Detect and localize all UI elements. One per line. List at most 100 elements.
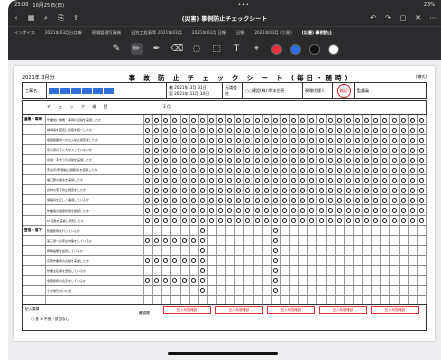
check-mark-circle[interactable]: [227, 167, 233, 173]
check-mark-circle[interactable]: [272, 127, 278, 133]
check-mark-circle[interactable]: [282, 157, 287, 163]
check-mark-circle[interactable]: [364, 127, 370, 133]
check-mark-circle[interactable]: [309, 167, 315, 173]
check-mark-circle[interactable]: [190, 197, 196, 203]
check-mark-circle[interactable]: [272, 208, 278, 214]
check-mark-circle[interactable]: [145, 147, 151, 153]
check-mark-circle[interactable]: [272, 187, 278, 193]
check-mark-circle[interactable]: [218, 187, 224, 193]
check-mark-circle[interactable]: [190, 238, 196, 244]
check-mark-circle[interactable]: [336, 177, 342, 183]
check-mark-circle[interactable]: [163, 197, 169, 203]
check-mark-circle[interactable]: [218, 117, 224, 123]
check-mark-circle[interactable]: [382, 157, 388, 163]
check-mark-circle[interactable]: [300, 208, 306, 214]
check-mark-circle[interactable]: [382, 187, 388, 193]
check-mark-circle[interactable]: [199, 238, 205, 244]
check-mark-circle[interactable]: [291, 167, 297, 173]
check-mark-circle[interactable]: [409, 177, 415, 183]
check-mark-circle[interactable]: [163, 177, 169, 183]
check-mark-circle[interactable]: [400, 157, 406, 163]
document-title[interactable]: (災害) 事例防止チェックシート: [112, 14, 337, 23]
check-mark-circle[interactable]: [172, 218, 178, 224]
check-mark-circle[interactable]: [318, 147, 324, 153]
check-mark-circle[interactable]: [172, 157, 178, 163]
check-mark-circle[interactable]: [409, 127, 415, 133]
check-mark-circle[interactable]: [272, 147, 278, 153]
check-mark-circle[interactable]: [181, 238, 187, 244]
new-page-icon[interactable]: ▢: [399, 14, 407, 22]
check-mark-circle[interactable]: [163, 238, 169, 244]
check-mark-circle[interactable]: [199, 268, 205, 274]
check-mark-circle[interactable]: [236, 208, 242, 214]
check-mark-circle[interactable]: [190, 147, 196, 153]
check-mark-circle[interactable]: [282, 147, 287, 153]
color-swatch-2[interactable]: [308, 43, 320, 55]
check-mark-circle[interactable]: [199, 157, 205, 163]
check-mark-circle[interactable]: [327, 127, 333, 133]
check-mark-circle[interactable]: [309, 208, 315, 214]
check-mark-circle[interactable]: [172, 117, 178, 123]
check-mark-circle[interactable]: [154, 278, 160, 284]
check-mark-circle[interactable]: [254, 187, 260, 193]
check-mark-circle[interactable]: [418, 187, 424, 193]
check-mark-circle[interactable]: [355, 197, 361, 203]
check-mark-circle[interactable]: [400, 208, 406, 214]
check-mark-circle[interactable]: [227, 218, 233, 224]
check-mark-circle[interactable]: [199, 137, 205, 143]
check-mark-circle[interactable]: [245, 218, 251, 224]
check-mark-circle[interactable]: [391, 187, 397, 193]
check-mark-circle[interactable]: [263, 137, 269, 143]
check-mark-circle[interactable]: [208, 167, 214, 173]
check-mark-circle[interactable]: [291, 117, 297, 123]
check-mark-circle[interactable]: [318, 177, 324, 183]
check-mark-circle[interactable]: [364, 147, 370, 153]
check-mark-circle[interactable]: [355, 147, 361, 153]
check-mark-circle[interactable]: [145, 137, 151, 143]
check-mark-circle[interactable]: [236, 147, 242, 153]
check-mark-circle[interactable]: [163, 187, 169, 193]
check-mark-circle[interactable]: [309, 197, 315, 203]
check-mark-circle[interactable]: [418, 218, 424, 224]
check-mark-circle[interactable]: [154, 238, 160, 244]
check-mark-circle[interactable]: [282, 187, 287, 193]
check-mark-circle[interactable]: [318, 187, 324, 193]
check-mark-circle[interactable]: [236, 197, 242, 203]
check-mark-circle[interactable]: [272, 248, 278, 254]
check-mark-circle[interactable]: [345, 137, 351, 143]
check-mark-circle[interactable]: [154, 157, 160, 163]
check-mark-circle[interactable]: [145, 197, 151, 203]
annotation-tool-icon-5[interactable]: ⬚: [211, 43, 223, 55]
check-mark-circle[interactable]: [345, 197, 351, 203]
check-mark-circle[interactable]: [227, 147, 233, 153]
check-mark-circle[interactable]: [282, 197, 287, 203]
check-mark-circle[interactable]: [145, 187, 151, 193]
check-mark-circle[interactable]: [190, 258, 196, 264]
check-mark-circle[interactable]: [181, 278, 187, 284]
check-mark-circle[interactable]: [190, 278, 196, 284]
check-mark-circle[interactable]: [199, 218, 205, 224]
color-swatch-1[interactable]: [289, 43, 301, 55]
back-icon[interactable]: ‹: [12, 14, 20, 22]
check-mark-circle[interactable]: [272, 238, 278, 244]
check-mark-circle[interactable]: [291, 147, 297, 153]
check-mark-circle[interactable]: [327, 177, 333, 183]
check-mark-circle[interactable]: [336, 197, 342, 203]
check-mark-circle[interactable]: [272, 268, 278, 274]
check-mark-circle[interactable]: [181, 137, 187, 143]
check-mark-circle[interactable]: [181, 157, 187, 163]
check-mark-circle[interactable]: [282, 167, 287, 173]
color-swatch-3[interactable]: [327, 43, 339, 55]
check-mark-circle[interactable]: [418, 167, 424, 173]
check-mark-circle[interactable]: [391, 167, 397, 173]
check-mark-circle[interactable]: [418, 147, 424, 153]
check-mark-circle[interactable]: [227, 127, 233, 133]
check-mark-circle[interactable]: [163, 117, 169, 123]
check-mark-circle[interactable]: [300, 187, 306, 193]
check-mark-circle[interactable]: [154, 177, 160, 183]
check-mark-circle[interactable]: [300, 117, 306, 123]
check-mark-circle[interactable]: [272, 117, 278, 123]
check-mark-circle[interactable]: [345, 117, 351, 123]
check-mark-circle[interactable]: [154, 208, 160, 214]
check-mark-circle[interactable]: [218, 157, 224, 163]
